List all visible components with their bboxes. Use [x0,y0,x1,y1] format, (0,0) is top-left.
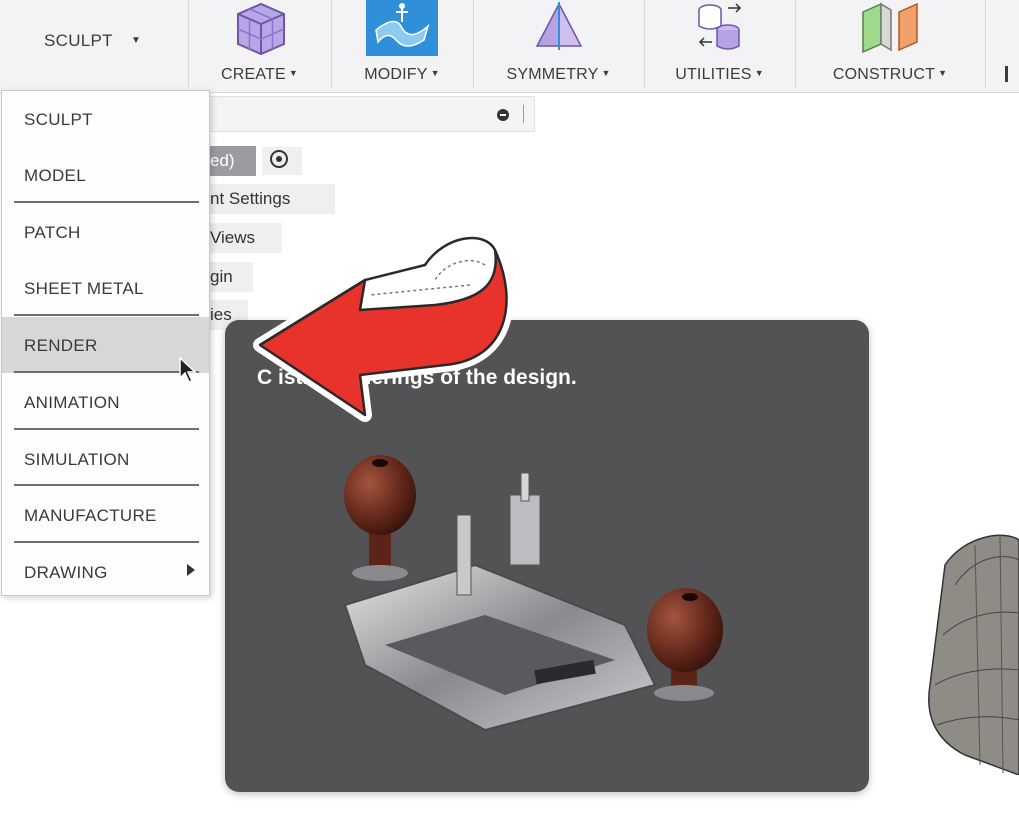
dd-item-patch[interactable]: PATCH [2,204,209,260]
dd-separator [14,428,199,430]
text-cursor [523,105,524,123]
construct-menu[interactable]: CONSTRUCT ▼ [795,0,986,88]
dd-separator [14,314,199,316]
symmetry-label: SYMMETRY [506,66,599,83]
dd-label-simulation: SIMULATION [24,450,130,469]
browser-row-document-settings[interactable]: nt Settings [200,184,335,214]
caret-down-icon: ▼ [601,68,611,78]
caret-down-icon: ▼ [754,68,764,78]
dd-separator [14,371,199,373]
dd-item-sculpt[interactable]: SCULPT [2,91,209,147]
router-plane-image [343,455,723,732]
workspace-label: SCULPT [44,31,113,50]
inspect-label-fragment [1005,66,1008,82]
inspect-menu-partial[interactable] [985,0,1019,88]
create-label: CREATE [220,66,286,83]
red-arrow-annotation [253,236,514,422]
dd-label-manufacture: MANUFACTURE [24,506,157,525]
create-box-icon [237,2,285,56]
dd-label-sculpt: SCULPT [24,110,93,129]
caret-down-icon: ▼ [938,68,948,78]
visibility-eye-icon[interactable] [262,147,302,175]
toolbar: SCULPT ▼ CREATE ▼ MODIFY ▼ SYMMETRY ▼ UT… [0,0,1019,93]
dd-label-animation: ANIMATION [24,393,120,412]
workspace-switcher[interactable]: SCULPT ▼ [0,0,189,88]
dd-item-drawing[interactable]: DRAWING [2,544,209,600]
submenu-arrow-icon [187,564,195,576]
dd-label-model: MODEL [24,166,86,185]
dd-item-simulation[interactable]: SIMULATION [2,431,209,487]
dd-item-manufacture[interactable]: MANUFACTURE [2,487,209,543]
dd-label-sheet-metal: SHEET METAL [24,279,144,298]
utilities-menu[interactable]: UTILITIES ▼ [644,0,796,88]
dd-separator [14,484,199,486]
modify-surface-icon [366,0,438,56]
symmetry-menu[interactable]: SYMMETRY ▼ [473,0,645,88]
minus-circle-icon[interactable] [497,109,509,121]
dd-label-patch: PATCH [24,223,81,242]
caret-down-icon: ▼ [131,35,141,46]
caret-down-icon: ▼ [430,68,440,78]
caret-down-icon: ▼ [288,68,299,78]
modify-label: MODIFY [364,66,428,83]
workspace-dropdown: SCULPT MODEL PATCH SHEET METAL RENDER AN… [1,90,210,596]
utilities-label: UTILITIES [675,66,752,83]
dd-item-model[interactable]: MODEL [2,147,209,203]
dd-item-sheet-metal[interactable]: SHEET METAL [2,260,209,316]
symmetry-icon [535,2,583,50]
mouse-cursor-icon [179,356,197,383]
dd-separator [14,201,199,203]
modify-menu[interactable]: MODIFY ▼ [331,0,474,88]
dd-label-render: RENDER [24,336,98,355]
construct-label: CONSTRUCT [832,66,936,83]
viewport-model-partial [928,534,1019,775]
utilities-icon [698,3,742,50]
dd-separator [14,541,199,543]
dd-label-drawing: DRAWING [24,563,108,582]
create-menu[interactable]: CREATE ▼ [188,0,332,88]
browser-search-bar[interactable] [200,96,535,132]
construct-plane-icon [862,2,918,54]
